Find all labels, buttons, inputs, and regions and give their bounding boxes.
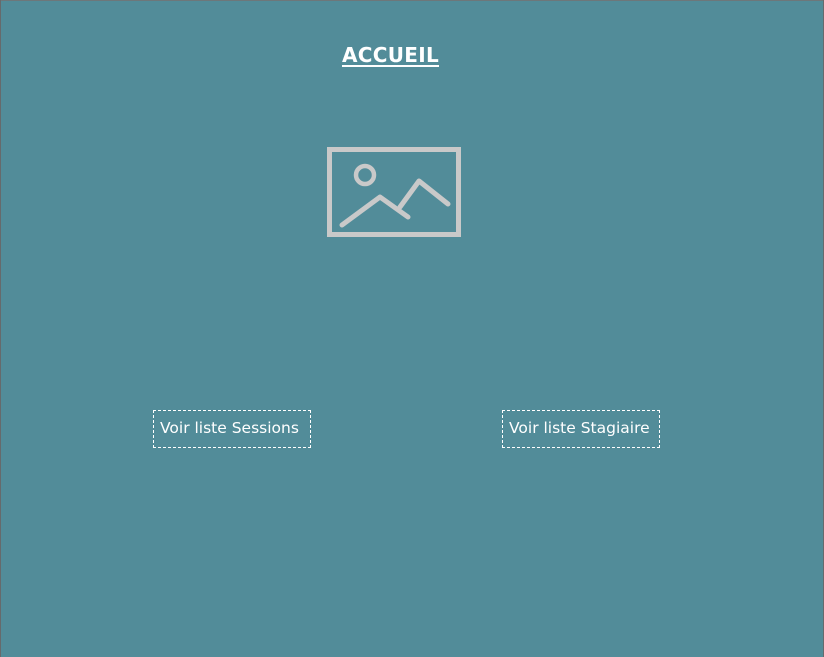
home-page: ACCUEIL Voir liste Sessions Voir liste S… [1,0,823,657]
view-trainees-button[interactable]: Voir liste Stagiaire [502,410,660,448]
page-title: ACCUEIL [341,43,440,67]
view-sessions-button[interactable]: Voir liste Sessions [153,410,311,448]
image-placeholder-icon [327,147,461,237]
